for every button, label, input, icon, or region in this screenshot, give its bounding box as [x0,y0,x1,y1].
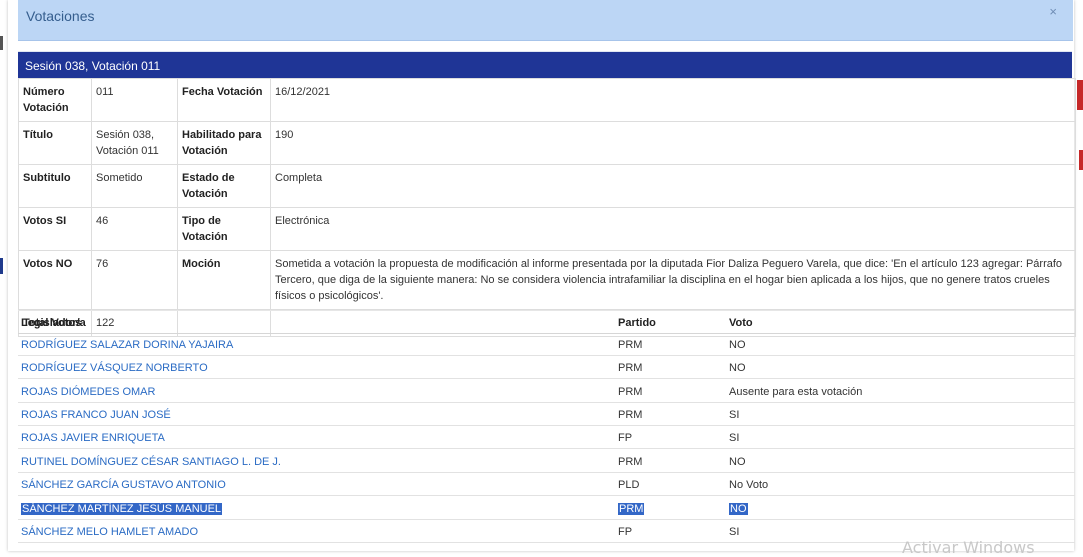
mocion-value: Sometida a votación la propuesta de modi… [270,250,1076,310]
table-row: RODRÍGUEZ SALAZAR DORINA YAJAIRA PRM NO [18,333,1075,356]
table-row: RODRÍGUEZ VÁSQUEZ NORBERTO PRM NO [18,356,1075,379]
party-cell: FP [618,432,633,444]
vote-cell: NO [729,362,746,374]
party-cell: FP [618,526,633,538]
fecha-value: 16/12/2021 [270,78,1076,122]
table-row: ROJAS DIÓMEDES OMAR PRM Ausente para est… [18,380,1075,403]
legislator-link[interactable]: ROJAS DIÓMEDES OMAR [21,386,155,398]
party-cell: PRM [618,503,645,515]
vote-cell: SI [729,526,740,538]
partido-column-header: Partido [618,317,656,329]
backdrop-fragment [0,258,3,274]
voto-column-header: Voto [729,317,753,329]
table-row: SÁNCHEZ GARCÍA GUSTAVO ANTONIO PLD No Vo… [18,473,1075,496]
legislator-link[interactable]: SÁNCHEZ GARCÍA GUSTAVO ANTONIO [21,479,226,491]
close-icon[interactable]: × [1049,4,1057,19]
numero-label: Número Votación [18,78,92,122]
vote-cell: SI [729,409,740,421]
legislator-link[interactable]: RODRÍGUEZ VÁSQUEZ NORBERTO [21,362,208,374]
numero-value: 011 [91,78,178,122]
details-row-titulo: Título Sesión 038, Votación 011 Habilita… [18,121,1076,165]
vote-details-table: Número Votación 011 Fecha Votación 16/12… [18,78,1076,337]
estado-value: Completa [270,164,1076,208]
party-cell: PRM [618,362,643,374]
backdrop-fragment [1077,80,1083,110]
tipo-label: Tipo de Votación [177,207,271,251]
details-row-numero: Número Votación 011 Fecha Votación 16/12… [18,78,1076,122]
tipo-value: Electrónica [270,207,1076,251]
vote-cell: No Voto [729,479,769,491]
votos-si-value: 46 [91,207,178,251]
modal-header: Votaciones × [18,0,1073,41]
titulo-label: Título [18,121,92,165]
vote-cell: NO [729,339,746,351]
party-cell: PLD [618,479,640,491]
subtitulo-value: Sometido [91,164,178,208]
party-cell: PRM [618,456,643,468]
legislator-link[interactable]: SÁNCHEZ MELO HAMLET AMADO [21,526,198,538]
legislator-link[interactable]: RODRÍGUEZ SALAZAR DORINA YAJAIRA [21,339,233,351]
legislator-link[interactable]: ROJAS JAVIER ENRIQUETA [21,432,165,444]
fecha-label: Fecha Votación [177,78,271,122]
session-title-bar: Sesión 038, Votación 011 [18,51,1072,78]
table-row-selected: SÁNCHEZ MARTÍNEZ JESÚS MANUEL PRM NO [18,497,1075,520]
votos-no-value: 76 [91,250,178,310]
voters-table-header: Legislador/a Partido Voto [18,310,1075,334]
vote-cell: NO [729,456,746,468]
modal-title: Votaciones [26,8,95,24]
party-cell: PRM [618,409,643,421]
table-row: RUTINEL DOMÍNGUEZ CÉSAR SANTIAGO L. DE J… [18,450,1075,473]
backdrop-left [0,0,8,551]
details-row-subtitulo: Subtitulo Sometido Estado de Votación Co… [18,164,1076,208]
legislator-link[interactable]: RUTINEL DOMÍNGUEZ CÉSAR SANTIAGO L. DE J… [21,456,281,468]
backdrop-fragment [1079,150,1083,170]
party-cell: PRM [618,386,643,398]
legislator-link[interactable]: SÁNCHEZ MARTÍNEZ JESÚS MANUEL [21,503,223,515]
votaciones-modal: Votaciones × Sesión 038, Votación 011 Nú… [8,0,1076,551]
windows-activation-watermark: Activar Windows [902,538,1035,557]
vote-cell: Ausente para esta votación [729,386,863,398]
table-row: ROJAS FRANCO JUAN JOSÉ PRM SI [18,403,1075,426]
subtitulo-label: Subtitulo [18,164,92,208]
vote-cell: SI [729,432,740,444]
vote-cell: NO [729,503,748,515]
legislator-link[interactable]: ROJAS FRANCO JUAN JOSÉ [21,409,171,421]
titulo-value: Sesión 038, Votación 011 [91,121,178,165]
estado-label: Estado de Votación [177,164,271,208]
backdrop-fragment [0,36,3,50]
legislador-column-header: Legislador/a [21,317,86,329]
votos-no-label: Votos NO [18,250,92,310]
habilitado-value: 190 [270,121,1076,165]
habilitado-label: Habilitado para Votación [177,121,271,165]
votos-si-label: Votos SI [18,207,92,251]
party-cell: PRM [618,339,643,351]
details-row-votos-si: Votos SI 46 Tipo de Votación Electrónica [18,207,1076,251]
table-row: ROJAS JAVIER ENRIQUETA FP SI [18,426,1075,449]
mocion-label: Moción [177,250,271,310]
details-row-votos-no: Votos NO 76 Moción Sometida a votación l… [18,250,1076,310]
